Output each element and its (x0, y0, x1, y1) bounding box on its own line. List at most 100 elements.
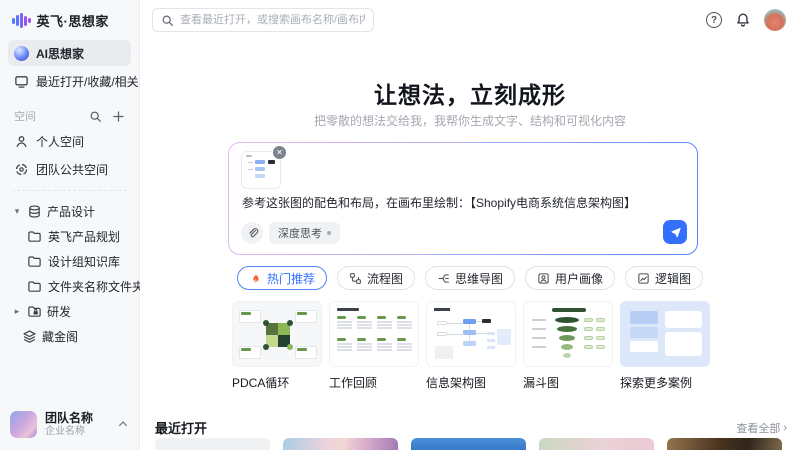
folder-icon (27, 229, 42, 244)
chip-logic-diagram[interactable]: 逻辑图 (625, 266, 703, 290)
sidebar: 英飞·思想家 AI思想家 最近打开/收藏/相关 空间 个人空间 团队公共空间 (0, 0, 140, 450)
locked-folder-icon (27, 304, 42, 319)
sidebar-item-label: 研发 (47, 303, 71, 320)
chevron-up-icon[interactable] (117, 418, 129, 430)
template-gallery: PDCA循环 工作回顾 (232, 301, 710, 391)
app-logo: 英飞·思想家 (0, 0, 139, 38)
sidebar-item-personal-space[interactable]: 个人空间 (8, 128, 131, 154)
layers-icon (22, 329, 37, 344)
app-window: 英飞·思想家 AI思想家 最近打开/收藏/相关 空间 个人空间 团队公共空间 (0, 0, 800, 450)
sidebar-divider (12, 190, 127, 191)
chip-label: 流程图 (367, 270, 403, 287)
company-name: 企业名称 (45, 426, 109, 439)
template-card-explore-more[interactable]: 探索更多案例 (620, 301, 710, 391)
ai-sphere-icon (14, 46, 29, 61)
sidebar-item-team-space[interactable]: 团队公共空间 (8, 156, 131, 182)
deep-think-toggle[interactable]: 深度思考 (269, 222, 340, 244)
template-thumbnail (620, 301, 710, 367)
bell-icon[interactable] (735, 12, 751, 28)
sidebar-folder-product-design[interactable]: ▾ 产品设计 (8, 199, 131, 224)
recent-canvases (155, 438, 782, 450)
deep-think-indicator (327, 231, 331, 235)
template-card-funnel[interactable]: 漏斗图 (523, 301, 613, 391)
main-area: ? 让想法，立刻成形 把零散的想法交给我，我帮你生成文字、结构和可视化内容 ✕ … (140, 0, 800, 450)
chevron-right-icon: › (783, 422, 787, 434)
recent-canvas-thumbnail[interactable] (667, 438, 782, 450)
global-search[interactable] (152, 8, 374, 32)
help-icon[interactable]: ? (706, 12, 722, 28)
monitor-icon (14, 74, 29, 89)
sidebar-item-label: 藏金阁 (42, 328, 78, 345)
send-button[interactable] (663, 220, 687, 244)
template-label: 信息架构图 (426, 374, 516, 391)
team-account-section[interactable]: 团队名称 企业名称 (0, 401, 139, 450)
sidebar-item-label: 团队公共空间 (36, 161, 108, 178)
sidebar-folder-rnd[interactable]: ▸ 研发 (8, 299, 131, 324)
waveform-logo-icon (12, 13, 31, 29)
template-card-info-architecture[interactable]: 信息架构图 (426, 301, 516, 391)
prompt-input-box[interactable]: ✕ 参考这张图的配色和布局，在画布里绘制：【Shopify电商系统信息架构图】 … (228, 142, 698, 255)
mindmap-icon (437, 272, 450, 285)
caret-down-icon[interactable]: ▾ (12, 206, 22, 217)
view-all-label: 查看全部 (736, 420, 780, 436)
sidebar-item-label: 最近打开/收藏/相关 (36, 73, 139, 90)
chip-hot-recommend[interactable]: 热门推荐 (237, 266, 327, 290)
recent-canvas-thumbnail[interactable] (411, 438, 526, 450)
deep-think-label: 深度思考 (278, 225, 322, 241)
chip-flowchart[interactable]: 流程图 (337, 266, 415, 290)
chip-user-persona[interactable]: 用户画像 (525, 266, 615, 290)
sidebar-folder-child[interactable]: 文件夹名称文件夹名... (27, 274, 131, 299)
flowchart-icon (349, 272, 362, 285)
user-portrait-icon (537, 272, 550, 285)
recent-canvas-thumbnail[interactable] (155, 438, 270, 450)
sidebar-item-label: 个人空间 (36, 133, 84, 150)
sidebar-item-label: AI思想家 (36, 45, 84, 62)
template-thumbnail (523, 301, 613, 367)
user-avatar[interactable] (764, 9, 786, 31)
recent-canvas-thumbnail[interactable] (539, 438, 654, 450)
sidebar-item-vault[interactable]: 藏金阁 (8, 324, 131, 349)
sidebar-item-label: 英飞产品规划 (48, 228, 120, 245)
chip-label: 热门推荐 (267, 270, 315, 287)
team-space-icon (14, 162, 29, 177)
category-chips: 热门推荐 流程图 思维导图 用户画像 逻辑图 (140, 266, 800, 290)
template-thumbnail (232, 301, 322, 367)
view-all-link[interactable]: 查看全部 › (736, 420, 787, 436)
recent-section-title: 最近打开 (155, 418, 207, 437)
folder-icon (27, 254, 42, 269)
database-icon (27, 204, 42, 219)
chip-label: 逻辑图 (655, 270, 691, 287)
space-section-title: 空间 (14, 108, 36, 124)
template-card-work-review[interactable]: 工作回顾 (329, 301, 419, 391)
attach-file-button[interactable] (241, 222, 263, 244)
team-name: 团队名称 (45, 411, 109, 426)
recent-canvas-thumbnail[interactable] (283, 438, 398, 450)
remove-attachment-icon[interactable]: ✕ (272, 145, 287, 160)
sidebar-folder-child[interactable]: 英飞产品规划 (27, 224, 131, 249)
template-thumbnail (426, 301, 516, 367)
prompt-text[interactable]: 参考这张图的配色和布局，在画布里绘制：【Shopify电商系统信息架构图】 (242, 195, 683, 212)
team-avatar (10, 411, 37, 438)
template-label: PDCA循环 (232, 374, 322, 391)
hero-subtitle: 把零散的想法交给我，我帮你生成文字、结构和可视化内容 (140, 112, 800, 129)
template-label: 漏斗图 (523, 374, 613, 391)
template-thumbnail (329, 301, 419, 367)
chip-mindmap[interactable]: 思维导图 (425, 266, 515, 290)
search-input[interactable] (180, 14, 365, 26)
app-name: 英飞·思想家 (37, 11, 109, 30)
chip-label: 用户画像 (555, 270, 603, 287)
search-icon[interactable] (89, 110, 102, 123)
caret-right-icon[interactable]: ▸ (12, 306, 22, 317)
plus-icon[interactable] (112, 110, 125, 123)
sidebar-item-ai-thinker[interactable]: AI思想家 (8, 40, 131, 66)
search-icon (161, 14, 174, 27)
chip-label: 思维导图 (455, 270, 503, 287)
sidebar-item-recent[interactable]: 最近打开/收藏/相关 (8, 68, 131, 94)
template-card-pdca[interactable]: PDCA循环 (232, 301, 322, 391)
person-icon (14, 134, 29, 149)
logic-chart-icon (637, 272, 650, 285)
hero-title: 让想法，立刻成形 (140, 76, 800, 110)
space-section-header: 空间 (14, 108, 125, 124)
template-label: 探索更多案例 (620, 374, 710, 391)
sidebar-folder-child[interactable]: 设计组知识库 (27, 249, 131, 274)
